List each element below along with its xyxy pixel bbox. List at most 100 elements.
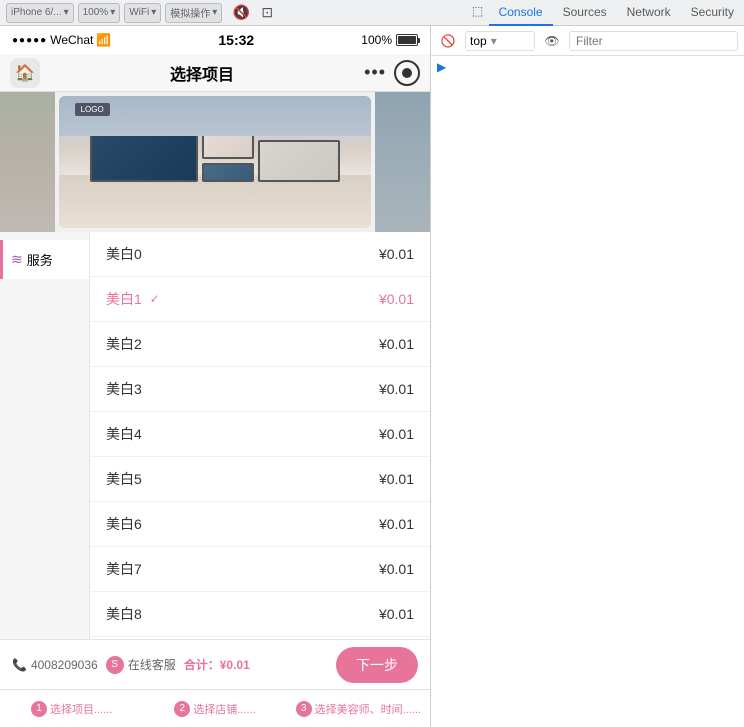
item-name: 美白3	[106, 379, 142, 399]
network-label: WiFi	[129, 7, 149, 18]
mute-icon[interactable]: 🔇	[230, 2, 252, 24]
list-item[interactable]: 美白7 ¥0.01	[90, 547, 430, 592]
display-large	[90, 128, 198, 181]
step-1[interactable]: 1 选择项目......	[0, 701, 143, 717]
toolbar-icons: 🔇 ⊡	[226, 2, 282, 24]
context-select-label: top	[470, 34, 487, 48]
fullscreen-icon[interactable]: ⊡	[256, 2, 278, 24]
nav-more: •••	[364, 60, 420, 86]
total-label: 合计：	[184, 658, 220, 672]
list-item[interactable]: 美白5 ¥0.01	[90, 457, 430, 502]
check-icon: ✓	[150, 292, 160, 306]
carousel-main[interactable]: LOGO	[59, 96, 371, 228]
list-item[interactable]: 美白6 ¥0.01	[90, 502, 430, 547]
item-name: 美白8	[106, 604, 142, 624]
nav-record-button[interactable]	[394, 60, 420, 86]
console-chevron[interactable]: ▶	[437, 60, 446, 74]
store-ceiling	[59, 96, 371, 136]
top-toolbar: iPhone 6/... ▾ 100% ▾ WiFi ▾ 模拟操作 ▾ 🔇 ⊡ …	[0, 0, 744, 26]
sidebar-item-services[interactable]: ≋ 服务	[0, 240, 89, 279]
item-name-selected: 美白1	[106, 289, 142, 309]
item-name: 美白5	[106, 469, 142, 489]
eye-icon[interactable]: 👁	[541, 30, 563, 52]
status-right: 100%	[361, 33, 418, 47]
carousel-side-right	[375, 92, 430, 232]
wechat-label: WeChat	[50, 33, 93, 47]
item-name: 美白7	[106, 559, 142, 579]
item-price: ¥0.01	[379, 426, 414, 442]
zoom-chevron: ▾	[110, 7, 115, 18]
list-item[interactable]: 美白8 ¥0.01	[90, 592, 430, 637]
network-selector[interactable]: WiFi ▾	[124, 3, 161, 23]
phone-contact[interactable]: 📞 4008209036	[12, 658, 98, 672]
store-logo: LOGO	[75, 103, 110, 116]
step-2-label: 选择店铺......	[193, 701, 255, 717]
phone-number: 4008209036	[31, 658, 98, 672]
filter-input[interactable]	[569, 31, 738, 51]
list-item[interactable]: 美白3 ¥0.01	[90, 367, 430, 412]
total-display: 合计：¥0.01	[184, 656, 328, 673]
list-item[interactable]: 美白0 ¥0.01	[90, 232, 430, 277]
list-item-selected[interactable]: 美白1 ✓ ¥0.01	[90, 277, 430, 322]
console-content: ▶	[431, 56, 744, 727]
battery-pct: 100%	[361, 33, 392, 47]
home-button[interactable]: 🏠	[10, 58, 40, 88]
step-3-label: 选择美容师、时间......	[315, 701, 421, 717]
carousel-side-left	[0, 92, 55, 232]
device-label: iPhone 6/...	[11, 7, 62, 18]
carousel-section: LOGO	[0, 92, 430, 232]
bottom-bar: 📞 4008209036 S 在线客服 合计：¥0.01 下一步	[0, 639, 430, 689]
next-button[interactable]: 下一步	[336, 647, 418, 683]
devtools-panel: 🚫 top ▾ 👁 ▶	[431, 26, 744, 727]
action-chevron: ▾	[212, 7, 217, 18]
status-time: 15:32	[218, 32, 254, 48]
zoom-selector[interactable]: 100% ▾	[78, 3, 121, 23]
display-medium2	[202, 163, 254, 182]
signal-dots: ●●●●●	[12, 35, 47, 46]
phone-nav: 🏠 选择项目 •••	[0, 54, 430, 92]
battery-tip	[418, 38, 420, 43]
tab-network[interactable]: Network	[617, 0, 681, 26]
item-list[interactable]: 美白0 ¥0.01 美白1 ✓ ¥0.01 美白2 ¥0.01	[90, 232, 430, 639]
action-selector[interactable]: 模拟操作 ▾	[165, 3, 222, 23]
step-2[interactable]: 2 选择店铺......	[143, 701, 286, 717]
battery-bar	[396, 34, 418, 46]
sidebar-item-label: 服务	[27, 250, 53, 269]
step-3[interactable]: 3 选择美容师、时间......	[287, 701, 430, 717]
tab-security[interactable]: Security	[681, 0, 744, 26]
wifi-icon: 📶	[96, 33, 111, 47]
clear-console-button[interactable]: 🚫	[437, 30, 459, 52]
main-layout: ●●●●● WeChat 📶 15:32 100% 🏠 选择项目 •••	[0, 26, 744, 727]
store-floor	[59, 175, 371, 228]
item-price: ¥0.01	[379, 381, 414, 397]
device-selector[interactable]: iPhone 6/... ▾	[6, 3, 74, 23]
step-2-num: 2	[174, 701, 190, 717]
step-1-label: 选择项目......	[50, 701, 112, 717]
battery-fill	[398, 36, 416, 44]
context-select-wrap[interactable]: top ▾	[465, 31, 535, 51]
item-price: ¥0.01	[379, 516, 414, 532]
inspect-element-icon[interactable]: ⬚	[467, 0, 489, 22]
content-area: ≋ 服务 美白0 ¥0.01 美白1 ✓ ¥0.01	[0, 232, 430, 639]
item-price: ¥0.01	[379, 471, 414, 487]
tab-console[interactable]: Console	[489, 0, 553, 26]
item-name: 美白2	[106, 334, 142, 354]
tab-sources[interactable]: Sources	[553, 0, 617, 26]
list-item[interactable]: 美白4 ¥0.01	[90, 412, 430, 457]
online-service[interactable]: S 在线客服	[106, 656, 176, 674]
total-price: ¥0.01	[220, 658, 250, 672]
list-item[interactable]: 美白2 ¥0.01	[90, 322, 430, 367]
store-scene: LOGO	[59, 96, 371, 228]
phone-icon: 📞	[12, 658, 27, 672]
status-bar: ●●●●● WeChat 📶 15:32 100%	[0, 26, 430, 54]
nav-dots-button[interactable]: •••	[364, 62, 386, 83]
zoom-label: 100%	[83, 7, 109, 18]
display-small	[258, 140, 340, 182]
devtools-toolbar2: 🚫 top ▾ 👁	[431, 26, 744, 56]
nav-title: 选择项目	[40, 61, 364, 85]
item-price-selected: ¥0.01	[379, 291, 414, 307]
item-name: 美白4	[106, 424, 142, 444]
item-name: 美白6	[106, 514, 142, 534]
step-3-num: 3	[296, 701, 312, 717]
toolbar-left: iPhone 6/... ▾ 100% ▾ WiFi ▾ 模拟操作 ▾ 🔇 ⊡	[0, 2, 467, 24]
